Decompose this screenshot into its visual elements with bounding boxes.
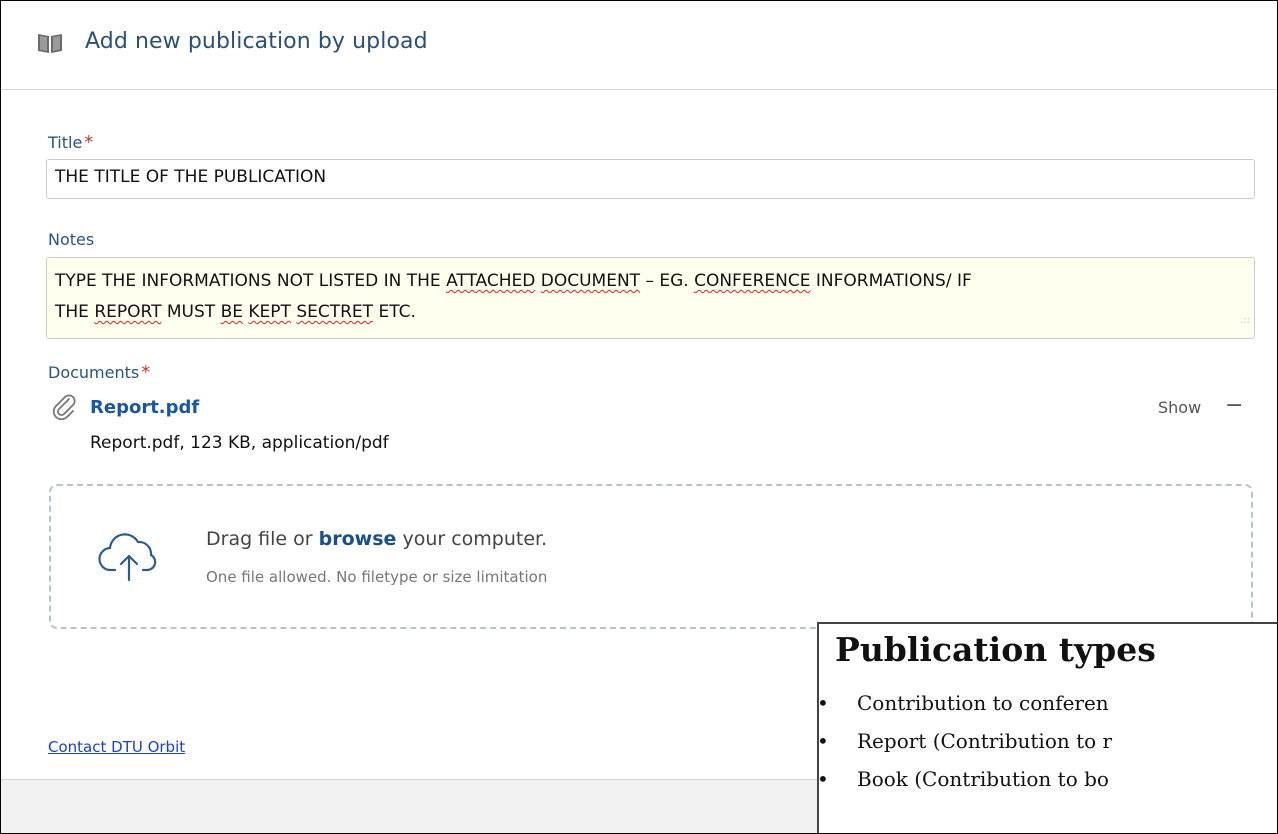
remove-document-button[interactable]: − — [1225, 393, 1243, 418]
book-icon — [38, 34, 62, 53]
misspelled-word: CONFERENCE — [694, 271, 811, 291]
notes-text: TYPE THE INFORMATIONS NOT LISTED IN THE — [55, 271, 447, 291]
callout-heading: Publication types — [835, 630, 1156, 669]
show-button[interactable]: Show — [1158, 398, 1201, 417]
documents-label-text: Documents — [48, 363, 140, 382]
documents-label: Documents * — [48, 362, 150, 383]
cloud-upload-icon — [98, 533, 157, 582]
notes-text: – EG. — [640, 271, 695, 291]
bullet-icon: • — [817, 729, 829, 753]
resize-handle-icon[interactable]: .:: — [1240, 305, 1250, 336]
bullet-icon: • — [817, 691, 829, 715]
document-meta: Report.pdf, 123 KB, application/pdf — [90, 433, 389, 453]
list-item-text: Report (Contribution to r — [857, 729, 1113, 753]
list-item: • Book (Contribution to bo — [819, 760, 1112, 798]
notes-label: Notes — [48, 230, 95, 249]
title-label: Title * — [48, 132, 93, 153]
notes-text: MUST — [161, 302, 221, 322]
misspelled-word: BE — [220, 302, 243, 322]
list-item: • Report (Contribution to r — [819, 722, 1112, 760]
misspelled-word: DOCUMENT — [540, 271, 641, 291]
notes-text: ETC. — [373, 302, 416, 322]
required-marker: * — [141, 362, 151, 383]
publication-types-callout: Publication types • Contribution to confe… — [817, 622, 1277, 833]
dropzone-text: Drag file or browse your computer. — [206, 528, 547, 550]
title-label-text: Title — [48, 133, 83, 152]
list-item-text: Book (Contribution to bo — [857, 767, 1109, 791]
notes-line-2: THE REPORT MUST BE KEPT SECTRET ETC. — [55, 297, 1246, 328]
misspelled-word: ATTACHED — [446, 271, 536, 291]
notes-text: INFORMATIONS/ IF — [810, 271, 972, 291]
document-link[interactable]: Report.pdf — [90, 397, 199, 418]
list-item-text: Contribution to conferen — [857, 691, 1109, 715]
panel-header: Add new publication by upload — [1, 1, 1277, 90]
dropzone-subtext: One file allowed. No filetype or size li… — [206, 568, 548, 586]
required-marker: * — [84, 132, 94, 153]
notes-text: THE — [55, 302, 95, 322]
list-item: • Contribution to conferen — [819, 684, 1112, 722]
browse-link[interactable]: browse — [319, 528, 397, 550]
misspelled-word: SECTRET — [296, 302, 374, 322]
app-frame: Add new publication by upload Title * THE… — [0, 0, 1278, 834]
paperclip-icon — [52, 394, 76, 421]
dropzone-text-after: your computer. — [396, 528, 548, 550]
bullet-icon: • — [817, 767, 829, 791]
misspelled-word: REPORT — [94, 302, 162, 322]
panel-title: Add new publication by upload — [85, 29, 428, 54]
dropzone-text-before: Drag file or — [206, 528, 319, 550]
notes-line-1: TYPE THE INFORMATIONS NOT LISTED IN THE … — [55, 266, 1246, 297]
file-dropzone[interactable]: Drag file or browse your computer. One f… — [49, 484, 1253, 629]
misspelled-word: KEPT — [248, 302, 291, 322]
notes-textarea[interactable]: TYPE THE INFORMATIONS NOT LISTED IN THE … — [46, 257, 1255, 339]
contact-link[interactable]: Contact DTU Orbit — [48, 738, 185, 756]
publication-types-list: • Contribution to conferen • Report (Contr… — [819, 684, 1112, 798]
title-input[interactable]: THE TITLE OF THE PUBLICATION — [46, 159, 1255, 199]
title-input-value: THE TITLE OF THE PUBLICATION — [55, 167, 327, 187]
